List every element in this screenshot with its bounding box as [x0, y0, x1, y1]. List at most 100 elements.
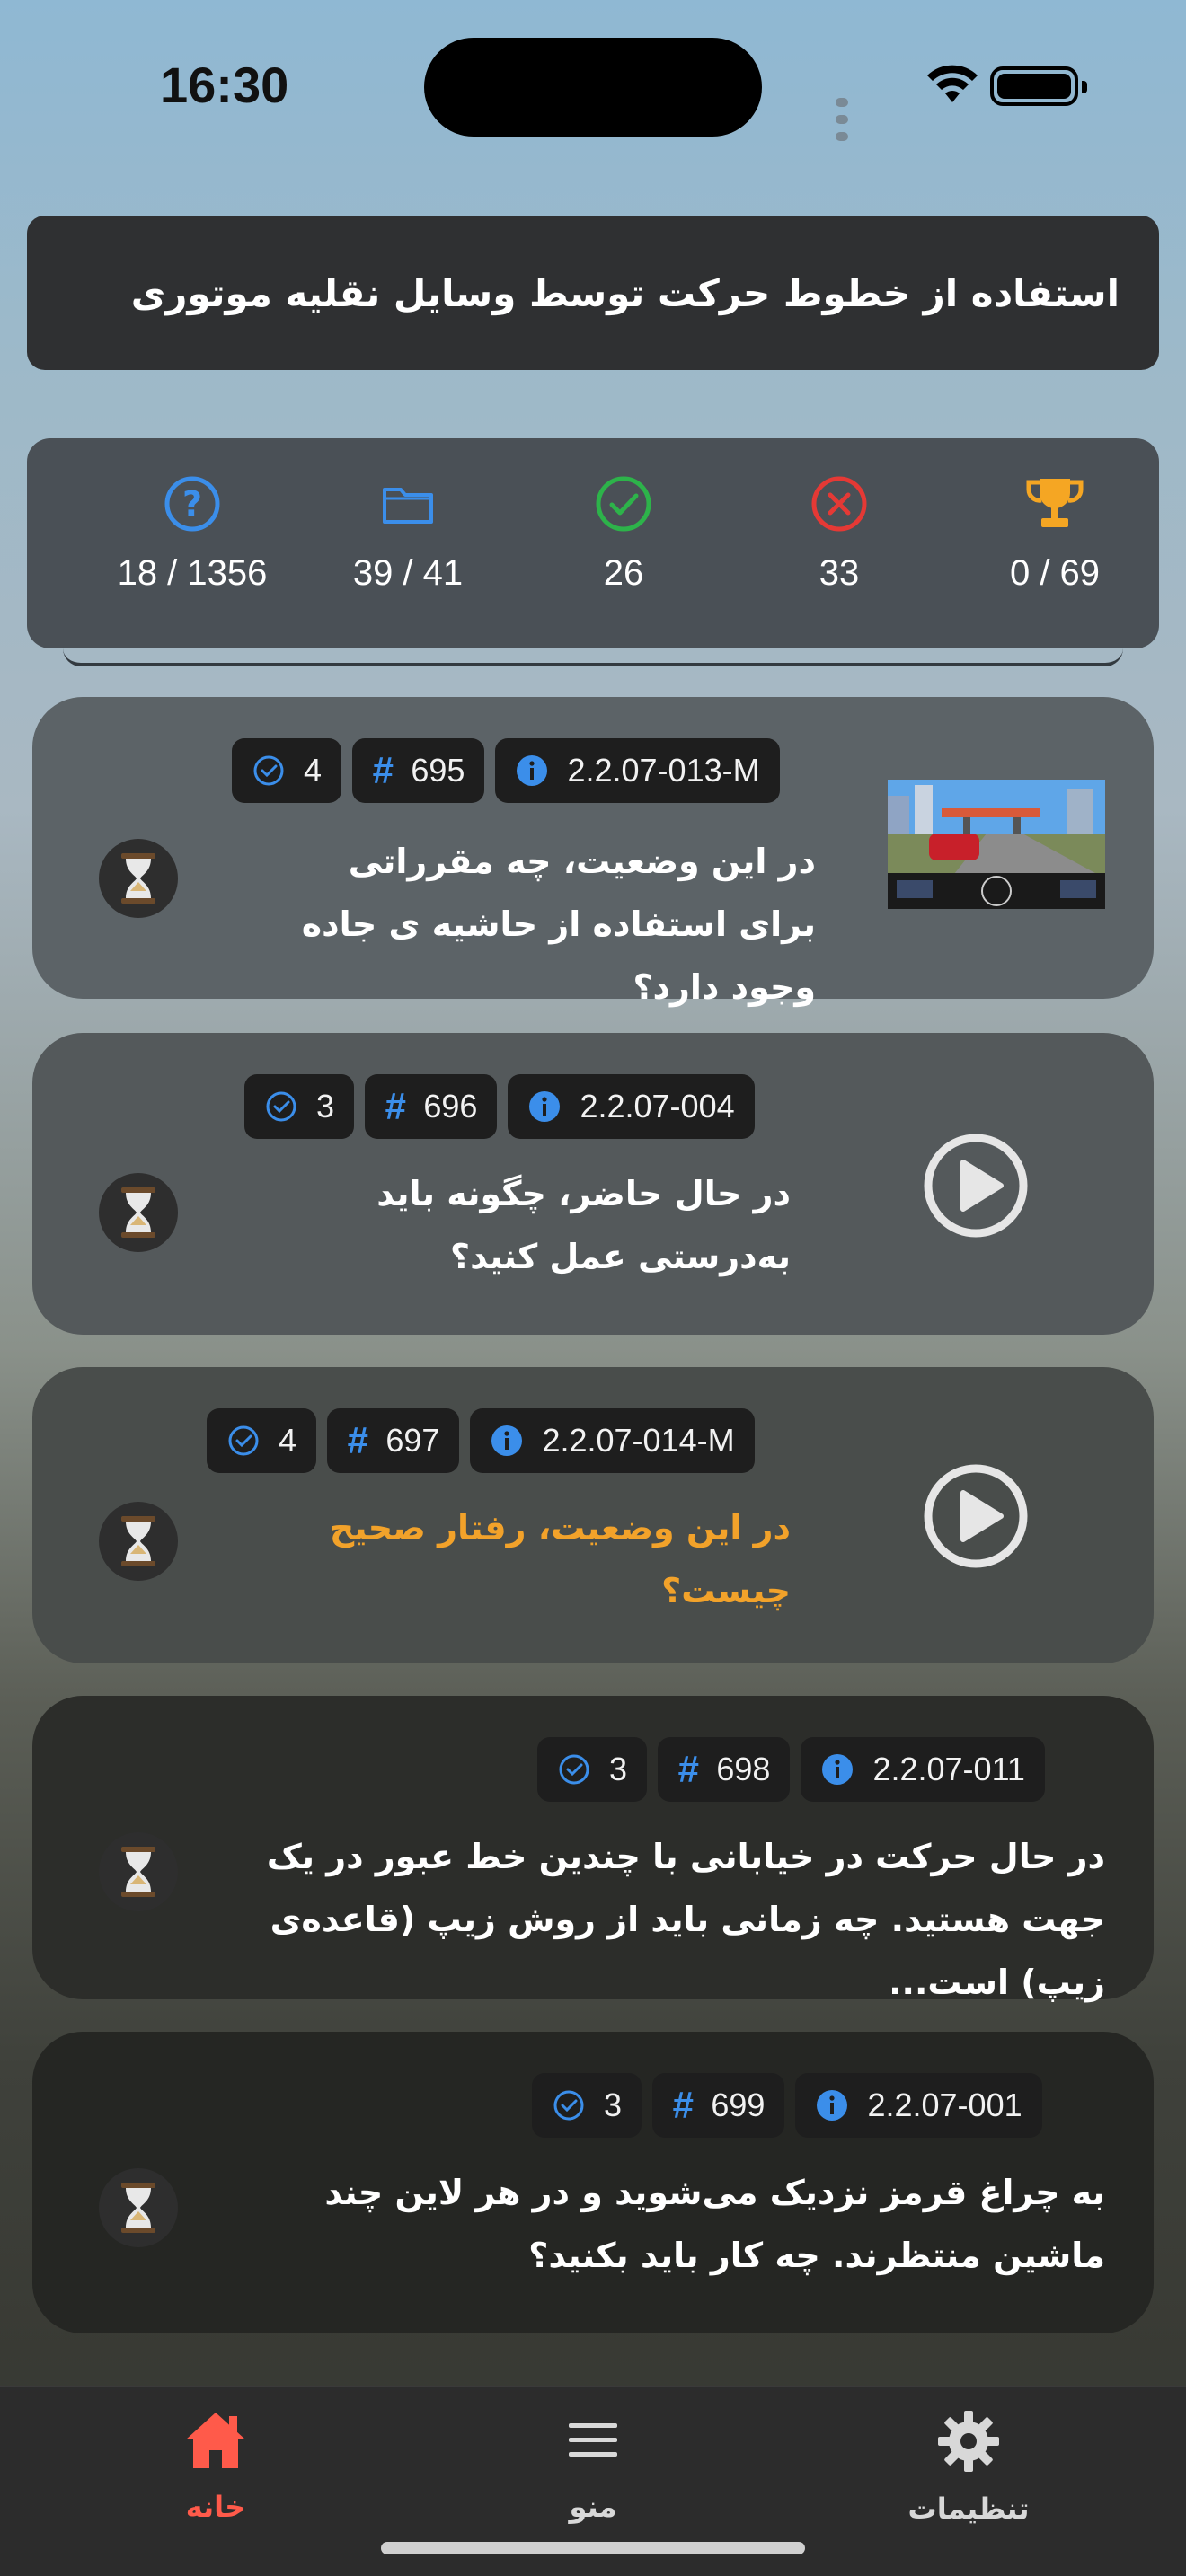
svg-text:?: ? — [182, 484, 202, 524]
question-card[interactable]: 3 # 696 2.2.07-004 در حال حاضر، چگونه با… — [32, 1033, 1154, 1335]
hourglass-icon — [99, 839, 178, 918]
question-text: به چراغ قرمز نزدیک می‌شوید و در هر لاین … — [324, 2173, 1105, 2275]
question-text: در این وضعیت، چه مقرراتی برای استفاده از… — [301, 842, 816, 1007]
info-icon — [817, 2090, 848, 2121]
info-icon — [491, 1425, 523, 1456]
badge-checks: 3 — [532, 2073, 642, 2138]
stats-panel-shadow — [63, 648, 1123, 666]
tab-bar: خانه منو تنظیمات — [0, 2386, 1186, 2576]
badge-code: 2.2.07-011 — [801, 1737, 1045, 1802]
stats-panel: ? 18 / 1356 39 / 41 26 33 0 / 69 — [27, 438, 1159, 648]
question-circle-icon: ? — [93, 474, 291, 534]
badge-code: 2.2.07-013-M — [495, 738, 780, 803]
check-circle-icon — [253, 755, 284, 786]
card-badges: 4 # 697 2.2.07-014-M — [207, 1408, 755, 1473]
category-title: استفاده از خطوط حرکت توسط وسایل نقلیه مو… — [130, 270, 1120, 315]
badge-code: 2.2.07-001 — [795, 2073, 1042, 2138]
badge-checks: 4 — [232, 738, 342, 803]
stat-questions[interactable]: ? 18 / 1356 — [93, 474, 291, 594]
badge-number-value: 696 — [423, 1088, 478, 1125]
hash-icon: # — [677, 1748, 699, 1790]
badge-checks-value: 3 — [609, 1751, 628, 1787]
card-badges: 3 # 696 2.2.07-004 — [244, 1074, 755, 1139]
badge-number-value: 697 — [385, 1422, 440, 1459]
check-circle-icon — [525, 474, 722, 534]
stat-wrong-value: 33 — [819, 553, 860, 593]
question-card[interactable]: 4 # 697 2.2.07-014-M در این وضعیت، رفتار… — [32, 1367, 1154, 1663]
question-text: در حال حرکت در خیابانی با چندین خط عبور … — [266, 1837, 1105, 2002]
badge-number: # 695 — [352, 738, 485, 803]
hash-icon: # — [385, 1085, 406, 1127]
card-badges: 3 # 699 2.2.07-001 — [532, 2073, 1042, 2138]
gear-icon — [938, 2411, 999, 2472]
folder-icon — [309, 474, 507, 534]
hash-icon: # — [372, 749, 394, 791]
badge-checks: 3 — [244, 1074, 355, 1139]
battery-icon — [990, 66, 1087, 106]
badge-number: # 696 — [365, 1074, 498, 1139]
home-indicator — [381, 2542, 805, 2554]
play-icon[interactable] — [922, 1132, 1030, 1239]
tab-home-label: خانه — [185, 2490, 246, 2524]
dynamic-island — [424, 38, 762, 137]
question-card[interactable]: 3 # 698 2.2.07-011 در حال حرکت در خیابان… — [32, 1696, 1154, 2002]
info-icon — [822, 1754, 854, 1785]
badge-code: 2.2.07-014-M — [470, 1408, 755, 1473]
badge-checks: 3 — [537, 1737, 648, 1802]
badge-number: # 699 — [652, 2073, 785, 2138]
status-time: 16:30 — [160, 57, 289, 113]
badge-code-value: 2.2.07-011 — [872, 1751, 1025, 1787]
badge-checks-value: 3 — [316, 1088, 335, 1125]
badge-code-value: 2.2.07-001 — [867, 2086, 1022, 2123]
badge-code-value: 2.2.07-014-M — [542, 1422, 735, 1459]
question-card[interactable]: 3 # 699 2.2.07-001 به چراغ قرمز نزدیک می… — [32, 2032, 1154, 2333]
home-icon — [186, 2413, 245, 2468]
card-badges: 4 # 695 2.2.07-013-M — [232, 738, 780, 803]
badge-number: # 697 — [327, 1408, 460, 1473]
tab-settings-label: تنظیمات — [907, 2492, 1030, 2526]
menu-icon — [569, 2423, 617, 2457]
question-thumbnail[interactable] — [888, 780, 1105, 909]
stat-trophy[interactable]: 0 / 69 — [956, 474, 1154, 594]
category-title-box: استفاده از خطوط حرکت توسط وسایل نقلیه مو… — [27, 216, 1159, 370]
stat-folders-value: 39 / 41 — [352, 553, 464, 593]
badge-number-value: 699 — [711, 2086, 766, 2123]
hourglass-icon — [99, 1502, 178, 1581]
hash-icon: # — [672, 2084, 694, 2126]
play-icon[interactable] — [922, 1462, 1030, 1570]
check-circle-icon — [266, 1091, 296, 1122]
tab-settings[interactable]: تنظیمات — [879, 2409, 1058, 2526]
tab-home[interactable]: خانه — [126, 2409, 305, 2524]
stat-correct[interactable]: 26 — [525, 474, 722, 594]
stat-trophy-value: 0 / 69 — [1009, 553, 1101, 593]
tab-menu[interactable]: منو — [503, 2409, 683, 2524]
badge-number-value: 695 — [411, 752, 465, 789]
check-circle-icon — [553, 2090, 584, 2121]
x-circle-icon — [740, 474, 938, 534]
stat-correct-value: 26 — [603, 553, 644, 593]
badge-checks-value: 4 — [304, 752, 323, 789]
hourglass-icon — [99, 2168, 178, 2247]
stat-questions-value: 18 / 1356 — [117, 553, 268, 593]
trophy-icon — [956, 474, 1154, 534]
info-icon — [529, 1091, 561, 1122]
badge-checks: 4 — [207, 1408, 317, 1473]
hash-icon: # — [347, 1419, 368, 1461]
question-text: در این وضعیت، رفتار صحیح چیست؟ — [329, 1508, 791, 1610]
question-text: در حال حاضر، چگونه باید به‌درستی عمل کنی… — [376, 1174, 791, 1276]
badge-code: 2.2.07-004 — [508, 1074, 755, 1139]
signal-dots-icon — [836, 93, 854, 145]
badge-checks-value: 4 — [279, 1422, 297, 1459]
card-badges: 3 # 698 2.2.07-011 — [537, 1737, 1045, 1802]
check-circle-icon — [228, 1425, 259, 1456]
stat-wrong[interactable]: 33 — [740, 474, 938, 594]
question-card[interactable]: 4 # 695 2.2.07-013-M در این وضعیت، چه مق… — [32, 697, 1154, 1007]
hourglass-icon — [99, 1832, 178, 1911]
badge-number: # 698 — [658, 1737, 791, 1802]
badge-number-value: 698 — [716, 1751, 771, 1787]
badge-checks-value: 3 — [604, 2086, 623, 2123]
stat-folders[interactable]: 39 / 41 — [309, 474, 507, 594]
wifi-icon — [927, 65, 978, 102]
check-circle-icon — [559, 1754, 589, 1785]
tab-menu-label: منو — [569, 2490, 617, 2524]
